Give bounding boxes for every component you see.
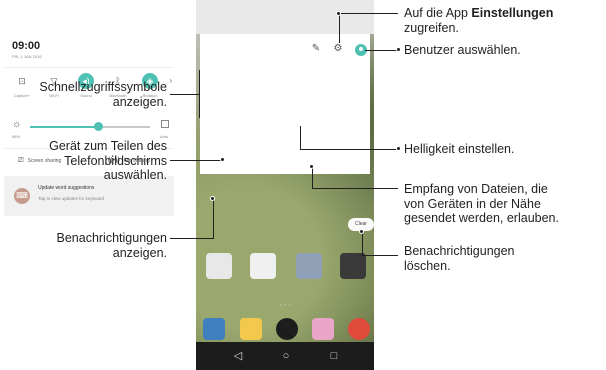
callout-notif-line2: anzeigen. [112,245,167,260]
notif-leader-v [213,198,214,238]
messages-app-icon[interactable] [240,318,262,340]
camera-app-icon[interactable] [276,318,298,340]
clear-callout-dot [359,229,364,234]
callout-settings: Auf die App Einstellungen zugreifen. [404,6,553,35]
share-callout-dot [220,157,225,162]
google-folder-icon[interactable] [206,253,232,279]
settings-leader [339,13,398,14]
callout-clear-line1: Benachrichtigungen [404,244,515,258]
folder-icon[interactable] [296,253,322,279]
callout-files-line3: gesendet werden, erlauben. [404,211,559,225]
navigation-bar: ◁ ○ □ [196,342,374,370]
brightness-leader [300,149,398,150]
settings-app-icon[interactable] [340,253,366,279]
share-leader [170,160,222,161]
home-icon[interactable]: ○ [276,347,296,365]
callout-share-line2: Telefonbildschirms [64,153,167,168]
back-icon[interactable]: ◁ [228,347,248,365]
clear-leader [362,255,398,256]
edit-icon[interactable]: ✎ [310,43,322,55]
status-area [196,0,374,34]
files-leader [312,188,398,189]
callout-brightness: Helligkeit einstellen. [404,142,515,156]
callout-settings-bold: Einstellungen [471,6,554,20]
settings-gear-icon[interactable]: ⚙ [332,43,344,55]
callout-share-line1: Gerät zum Teilen des [49,139,167,153]
callout-notifications: Benachrichtigungen anzeigen. [0,231,168,260]
callout-files-line1: Empfang von Dateien, die [404,182,548,196]
files-leader-v [312,166,313,188]
callout-quick-line1: Schnellzugriffssymbole [39,80,167,94]
quick-bracket [199,70,200,118]
callout-notif-line1: Benachrichtigungen [56,231,168,245]
brightness-slider-track[interactable] [30,126,150,128]
clock-date: FRI, 1 JAN 2016 [12,54,42,59]
quick-settings-panel [200,34,370,174]
page-indicator: ••• [280,302,294,307]
auto-brightness-checkbox[interactable] [161,120,169,128]
settings-callout-dot [336,11,341,16]
user-leader [365,50,398,51]
notif-leader [170,238,214,239]
callout-quick-line2: anzeigen. [112,94,167,109]
clear-leader-v [362,231,363,255]
chrome-app-icon[interactable] [348,318,370,340]
callout-files-line2: von Geräten in der Nähe [404,196,541,211]
settings-leader-v [339,13,340,43]
phone-app-icon[interactable] [203,318,225,340]
callout-settings-text: Auf die App [404,6,472,20]
files-callout-dot [309,164,314,169]
callout-user: Benutzer auswählen. [404,43,521,57]
callout-settings-line2: zugreifen. [404,20,459,35]
notification-title: Update word suggestions [38,185,95,191]
callout-clear: Benachrichtigungen löschen. [404,244,515,273]
brightness-callout-dot [396,146,401,151]
brightness-icon: ☼ [12,119,22,130]
play-store-icon[interactable] [250,253,276,279]
gallery-app-icon[interactable] [312,318,334,340]
callout-clear-line2: löschen. [404,258,451,273]
notification-body: Tap to view updates for keyboard [38,196,105,201]
user-callout-dot [396,47,401,52]
callout-share-line3: auswählen. [103,168,167,182]
brightness-slider-knob[interactable] [93,122,103,131]
brightness-leader-v [300,126,301,149]
quick-leader [170,94,200,95]
notif-callout-dot [210,196,215,201]
chevron-right-icon[interactable]: › [169,76,172,85]
phone-screen [196,0,374,370]
clock-time: 09:00 [12,40,41,52]
callout-quick: Schnellzugriffssymbole anzeigen. [0,80,167,109]
keyboard-icon: ⌨ [14,188,30,204]
callout-share: Gerät zum Teilen des Telefonbildschirms … [0,139,167,183]
recents-icon[interactable]: □ [324,347,344,365]
brightness-slider-fill [30,126,99,128]
callout-files: Empfang von Dateien, die von Geräten in … [404,182,559,226]
